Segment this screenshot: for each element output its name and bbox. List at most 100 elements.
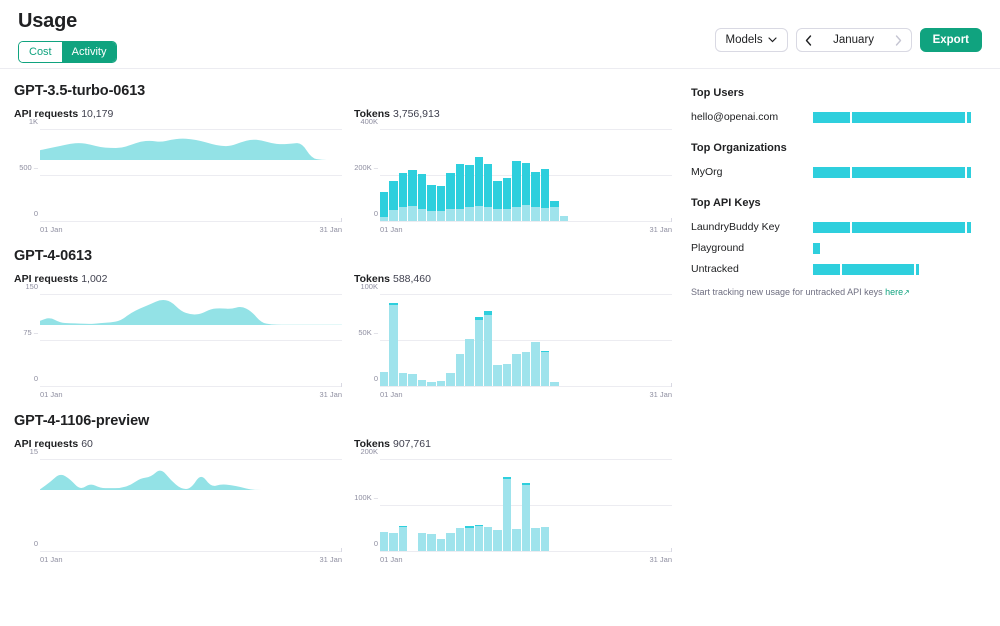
bar[interactable]: [569, 130, 577, 221]
bar[interactable]: [540, 295, 550, 386]
list-item[interactable]: hello@openai.com: [691, 110, 980, 124]
bar[interactable]: [502, 130, 512, 221]
bar[interactable]: [408, 130, 417, 221]
area-chart[interactable]: 0 75 – 150 01 Jan 31 Jan: [14, 282, 346, 399]
bar[interactable]: [408, 460, 416, 551]
bar[interactable]: [474, 460, 483, 551]
export-button[interactable]: Export: [919, 28, 982, 52]
bar[interactable]: [493, 130, 502, 221]
track-usage-link[interactable]: here: [885, 287, 903, 297]
bar[interactable]: [436, 460, 446, 551]
bar[interactable]: [560, 295, 568, 386]
area-chart[interactable]: 0 500 – 1K 01 Jan 31 Jan: [14, 117, 346, 234]
bar[interactable]: [465, 295, 474, 386]
bar[interactable]: [380, 460, 389, 551]
list-item[interactable]: Untracked: [691, 262, 980, 276]
bar[interactable]: [531, 295, 540, 386]
bar-chart[interactable]: 0 100K – 200K 01 Jan 31 Jan: [354, 447, 676, 564]
bar[interactable]: [560, 460, 568, 551]
list-item[interactable]: LaundryBuddy Key: [691, 220, 980, 234]
bar[interactable]: [398, 295, 408, 386]
bar[interactable]: [446, 295, 455, 386]
bar[interactable]: [389, 295, 398, 386]
bar[interactable]: [455, 130, 465, 221]
bar[interactable]: [512, 130, 521, 221]
bar[interactable]: [427, 460, 436, 551]
bar[interactable]: [635, 460, 643, 551]
bar[interactable]: [427, 295, 436, 386]
bar[interactable]: [417, 130, 427, 221]
bar[interactable]: [550, 130, 559, 221]
bar[interactable]: [588, 130, 596, 221]
bar[interactable]: [635, 295, 643, 386]
bar[interactable]: [483, 295, 493, 386]
toggle-option-activity[interactable]: Activity: [61, 42, 117, 62]
list-item[interactable]: MyOrg: [691, 165, 980, 179]
bar[interactable]: [408, 295, 417, 386]
bar[interactable]: [559, 130, 569, 221]
bar[interactable]: [455, 460, 465, 551]
bar[interactable]: [607, 460, 615, 551]
bar[interactable]: [446, 130, 455, 221]
bar[interactable]: [597, 295, 605, 386]
bar[interactable]: [417, 460, 427, 551]
bar[interactable]: [493, 460, 502, 551]
bar[interactable]: [597, 460, 605, 551]
bar[interactable]: [446, 460, 455, 551]
bar[interactable]: [521, 295, 531, 386]
bar[interactable]: [483, 130, 493, 221]
area-chart[interactable]: 0 15 01 Jan 31 Jan: [14, 447, 346, 564]
next-month-icon[interactable]: [887, 29, 911, 51]
bar[interactable]: [607, 295, 615, 386]
bar[interactable]: [664, 460, 672, 551]
bar[interactable]: [389, 460, 398, 551]
bar-chart[interactable]: 0 50K – 100K 01 Jan 31 Jan: [354, 282, 676, 399]
bar[interactable]: [531, 130, 540, 221]
bar[interactable]: [635, 130, 643, 221]
bar[interactable]: [502, 460, 512, 551]
list-item[interactable]: Playground: [691, 241, 980, 255]
bar-chart[interactable]: 0 200K – 400K 01 Jan 31 Jan: [354, 117, 676, 234]
bar[interactable]: [550, 295, 559, 386]
bar[interactable]: [389, 130, 398, 221]
bar[interactable]: [474, 295, 483, 386]
toggle-option-cost[interactable]: Cost: [19, 42, 62, 62]
bar[interactable]: [465, 460, 474, 551]
bar[interactable]: [417, 295, 427, 386]
bar[interactable]: [654, 460, 662, 551]
bar[interactable]: [521, 130, 531, 221]
bar[interactable]: [474, 130, 483, 221]
bar[interactable]: [626, 295, 634, 386]
cost-activity-toggle[interactable]: Cost Activity: [18, 41, 118, 63]
bar[interactable]: [455, 295, 465, 386]
bar[interactable]: [531, 460, 540, 551]
bar[interactable]: [398, 460, 408, 551]
bar[interactable]: [664, 295, 672, 386]
bar[interactable]: [616, 130, 624, 221]
bar[interactable]: [588, 295, 596, 386]
bar[interactable]: [398, 130, 408, 221]
bar[interactable]: [436, 295, 446, 386]
bar[interactable]: [654, 295, 662, 386]
bar[interactable]: [512, 295, 521, 386]
bar[interactable]: [436, 130, 446, 221]
bar[interactable]: [597, 130, 605, 221]
bar[interactable]: [645, 130, 653, 221]
bar[interactable]: [540, 130, 550, 221]
bar[interactable]: [588, 460, 596, 551]
bar[interactable]: [380, 295, 389, 386]
bar[interactable]: [550, 460, 558, 551]
bar[interactable]: [540, 460, 550, 551]
bar[interactable]: [427, 130, 436, 221]
bar[interactable]: [502, 295, 512, 386]
bar[interactable]: [380, 130, 389, 221]
bar[interactable]: [465, 130, 474, 221]
bar[interactable]: [579, 295, 587, 386]
bar[interactable]: [645, 295, 653, 386]
bar[interactable]: [579, 130, 587, 221]
bar[interactable]: [654, 130, 662, 221]
prev-month-icon[interactable]: [797, 29, 821, 51]
bar[interactable]: [645, 460, 653, 551]
bar[interactable]: [569, 295, 577, 386]
bar[interactable]: [616, 295, 624, 386]
